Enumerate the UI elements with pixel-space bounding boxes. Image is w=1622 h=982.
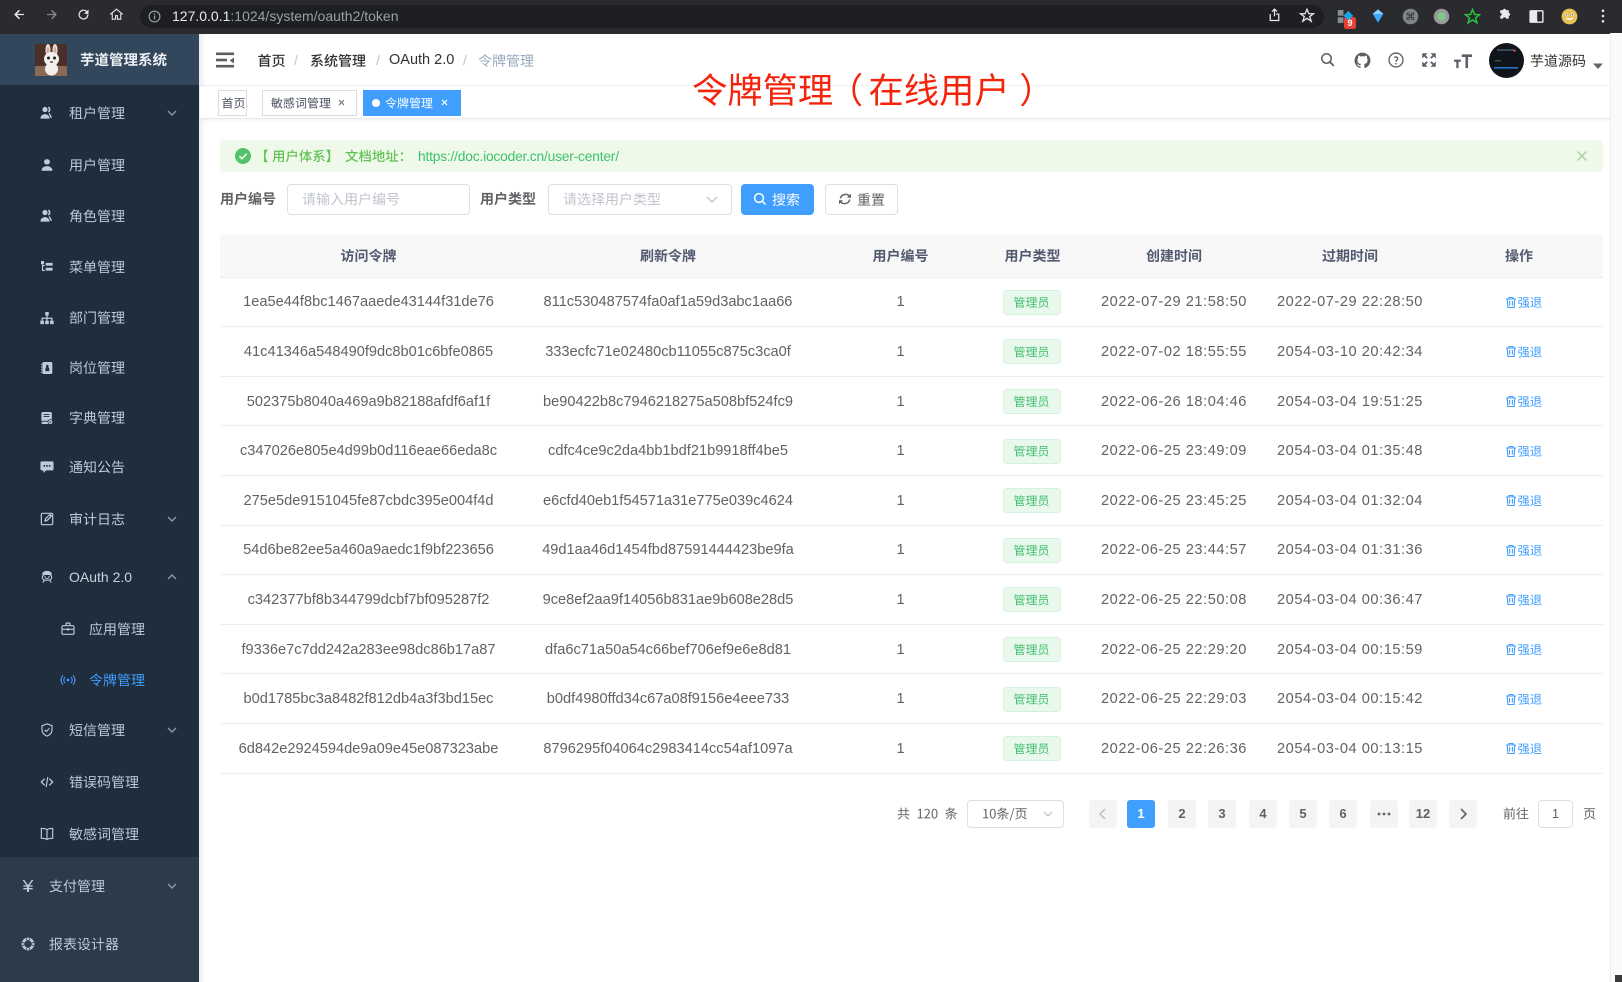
svg-text:⌘: ⌘ [1406, 12, 1416, 23]
